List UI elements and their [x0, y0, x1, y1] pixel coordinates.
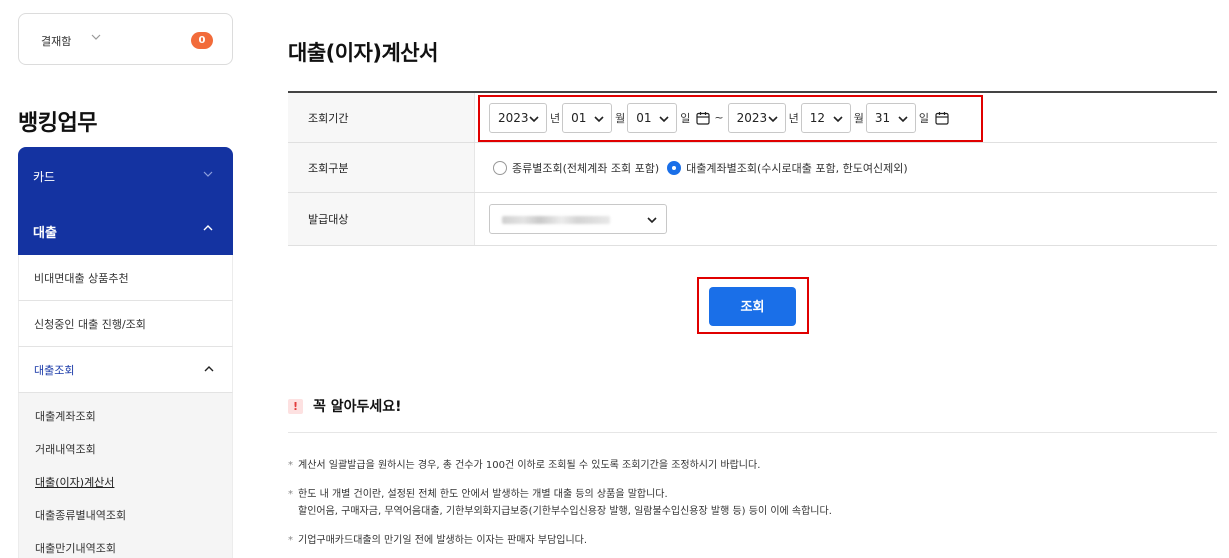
type-label: 조회구분: [288, 143, 475, 192]
sub-item-recommend[interactable]: 비대면대출 상품추천: [18, 255, 233, 301]
chevron-up-icon: [203, 225, 213, 231]
notice-item: 계산서 일괄발급을 원하시는 경우, 총 건수가 100건 이하로 조회될 수 …: [288, 457, 1217, 474]
sub-item-label: 대출조회: [34, 364, 75, 377]
exclamation-icon: !: [288, 398, 303, 414]
notice-item: 한도 내 개별 건이란, 설정된 전체 한도 안에서 발생하는 개별 대출 등의…: [288, 486, 1217, 520]
page-title: 대출(이자)계산서: [288, 41, 438, 65]
sub-item-progress[interactable]: 신청중인 대출 진행/조회: [18, 301, 233, 347]
sub-item-label: 비대면대출 상품추천: [34, 272, 129, 285]
notice-title: 꼭 알아두세요!: [313, 399, 402, 415]
payment-count-badge: 0: [191, 32, 213, 49]
payment-box[interactable]: 결재함 0: [18, 13, 233, 65]
notice-header: ! 꼭 알아두세요!: [288, 396, 402, 416]
sub-item-loan-inquiry[interactable]: 대출조회: [18, 347, 233, 393]
section-title: 뱅킹업무: [18, 111, 97, 136]
radio-by-account-label[interactable]: 대출계좌별조회(수시로대출 포함, 한도여신제외): [686, 160, 907, 176]
sub-item-label: 신청중인 대출 진행/조회: [34, 318, 146, 331]
radio-by-account[interactable]: [667, 160, 682, 175]
menu-card-label: 카드: [33, 170, 56, 184]
chevron-down-icon: [203, 171, 213, 177]
chevron-up-icon: [204, 366, 214, 372]
period-highlight-box: [478, 95, 983, 142]
type-row: 조회구분 종류별조회(전체계좌 조회 포함) 대출계좌별조회(수시로대출 포함,…: [288, 143, 1217, 193]
issue-value: [475, 193, 1217, 245]
issue-label: 발급대상: [288, 193, 475, 245]
loan-sub-menu: 비대면대출 상품추천 신청중인 대출 진행/조회 대출조회 대출계좌조회 거래내…: [18, 255, 233, 558]
deep-item-account[interactable]: 대출계좌조회: [19, 407, 232, 440]
chevron-down-icon: [647, 217, 657, 224]
payment-label: 결재함: [41, 35, 72, 48]
search-button[interactable]: 조회: [709, 287, 796, 326]
deep-item-by-type[interactable]: 대출종류별내역조회: [19, 506, 232, 539]
period-label: 조회기간: [288, 93, 475, 142]
deep-item-maturity[interactable]: 대출만기내역조회: [19, 539, 232, 558]
menu-loan[interactable]: 대출: [18, 201, 233, 255]
issue-row: 발급대상: [288, 193, 1217, 246]
sidebar: 결재함 0 뱅킹업무 카드 대출 비대면대출 상품추천 신청중인 대출 진행/조…: [18, 13, 233, 558]
deep-item-history[interactable]: 거래내역조회: [19, 440, 232, 473]
loan-inquiry-list: 대출계좌조회 거래내역조회 대출(이자)계산서 대출종류별내역조회 대출만기내역…: [18, 393, 233, 558]
menu-loan-label: 대출: [33, 226, 57, 241]
divider: [288, 432, 1217, 433]
radio-by-type[interactable]: [493, 160, 507, 175]
radio-by-type-label[interactable]: 종류별조회(전체계좌 조회 포함): [512, 160, 659, 176]
chevron-down-icon: [91, 34, 101, 40]
type-value: 종류별조회(전체계좌 조회 포함) 대출계좌별조회(수시로대출 포함, 한도여신…: [475, 143, 1217, 192]
issue-target-select[interactable]: [489, 204, 667, 234]
notice-item: 기업구매카드대출의 만기일 전에 발생하는 이자는 판매자 부담입니다.: [288, 532, 1217, 549]
menu-card[interactable]: 카드: [18, 147, 233, 201]
redacted-account-text: [502, 216, 610, 224]
deep-item-statement[interactable]: 대출(이자)계산서: [19, 473, 232, 506]
notice-list: 계산서 일괄발급을 원하시는 경우, 총 건수가 100건 이하로 조회될 수 …: [288, 457, 1217, 558]
